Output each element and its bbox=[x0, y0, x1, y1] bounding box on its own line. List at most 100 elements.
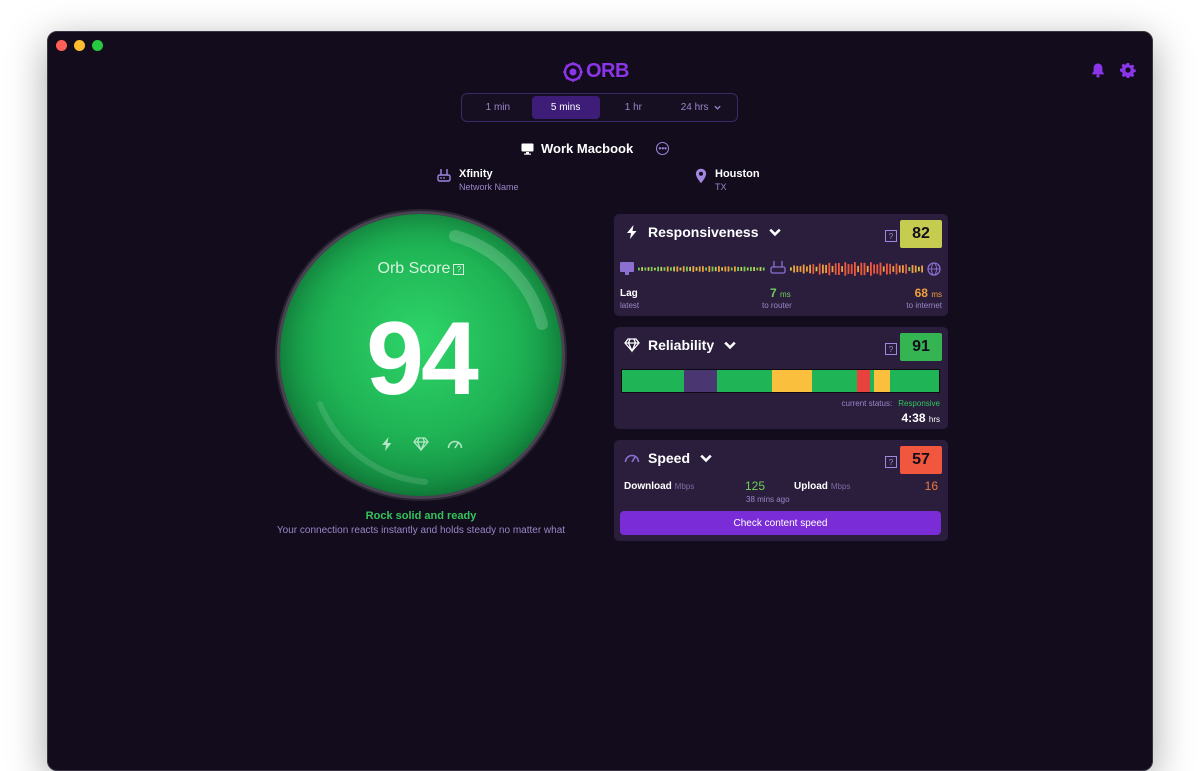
latency-sample bbox=[708, 266, 711, 272]
reliability-header[interactable]: Reliability bbox=[624, 337, 738, 353]
internet-lag-unit: ms bbox=[931, 290, 942, 299]
reliability-segment bbox=[857, 370, 871, 392]
lightning-icon bbox=[382, 437, 392, 451]
reliability-segment bbox=[716, 370, 773, 392]
latency-sample bbox=[673, 266, 675, 272]
latency-sample bbox=[682, 266, 685, 272]
latency-sample bbox=[737, 266, 739, 272]
latency-sample bbox=[857, 265, 859, 273]
latency-sample bbox=[854, 262, 856, 276]
reliability-segment bbox=[772, 370, 812, 392]
reliability-status-label: current status: bbox=[841, 399, 893, 408]
latency-sample bbox=[686, 266, 688, 272]
reliability-status: current status: Responsive bbox=[842, 399, 941, 408]
latency-sample bbox=[702, 266, 704, 272]
latency-sample bbox=[838, 262, 840, 276]
latency-sample bbox=[799, 266, 802, 272]
gear-icon[interactable] bbox=[1120, 62, 1136, 78]
zoom-window-button[interactable] bbox=[92, 40, 103, 51]
latency-sample bbox=[724, 266, 727, 272]
status-title: Rock solid and ready bbox=[365, 510, 477, 522]
latency-sample bbox=[802, 264, 805, 274]
location-pin-icon bbox=[695, 168, 707, 184]
reliability-segment bbox=[811, 370, 858, 392]
network-name: Xfinity bbox=[459, 168, 493, 180]
latency-sample bbox=[698, 266, 701, 272]
latency-sample bbox=[860, 262, 863, 276]
reliability-uptime-unit: hrs bbox=[928, 415, 940, 424]
latency-sample bbox=[730, 267, 733, 271]
latency-sample bbox=[718, 266, 720, 272]
window-controls bbox=[56, 40, 103, 51]
responsiveness-score-badge: 82 bbox=[900, 220, 942, 248]
range-1-min[interactable]: 1 min bbox=[464, 96, 532, 119]
latency-sample bbox=[666, 266, 669, 272]
monitor-icon bbox=[620, 262, 634, 272]
upload-label: Upload bbox=[794, 481, 828, 492]
latency-sample bbox=[873, 264, 875, 274]
speedometer-icon bbox=[447, 440, 463, 449]
reliability-score-badge: 91 bbox=[900, 333, 942, 361]
reliability-help-button[interactable]: ? bbox=[885, 343, 897, 355]
latency-sample bbox=[759, 267, 762, 271]
download-label: Download bbox=[624, 481, 672, 492]
chevron-down-icon bbox=[724, 341, 736, 350]
latency-sample bbox=[850, 264, 853, 274]
time-range-selector: 1 min 5 mins 1 hr 24 hrs bbox=[461, 93, 738, 122]
lag-label: Lag bbox=[620, 288, 638, 299]
latency-sample bbox=[762, 267, 765, 271]
close-window-button[interactable] bbox=[56, 40, 67, 51]
minimize-window-button[interactable] bbox=[74, 40, 85, 51]
reliability-uptime: 4:38 hrs bbox=[902, 411, 941, 425]
latency-sample bbox=[847, 264, 850, 274]
latency-sample bbox=[746, 267, 749, 271]
network-info: Xfinity Network Name bbox=[437, 168, 519, 192]
device-selector[interactable]: Work Macbook ••• bbox=[521, 141, 670, 156]
reliability-card: Reliability ? 91 current status: Responsi… bbox=[614, 327, 948, 429]
latency-sample bbox=[815, 266, 818, 272]
latency-sample bbox=[679, 267, 682, 271]
router-lag-number: 7 bbox=[770, 286, 777, 300]
latency-sample bbox=[657, 266, 659, 272]
monitor-stand bbox=[625, 272, 629, 275]
check-content-speed-button[interactable]: Check content speed bbox=[620, 511, 941, 535]
range-24-hrs[interactable]: 24 hrs bbox=[667, 96, 735, 119]
latency-sample bbox=[825, 264, 827, 274]
app-window: ORB 1 min 5 mins 1 hr 24 hrs Work Macboo… bbox=[47, 31, 1153, 771]
speed-card: Speed ? 57 Download Mbps 125 Upload Mbps 1… bbox=[614, 440, 948, 541]
responsiveness-card: Responsiveness ? 82 Lag latest 7 ms to r… bbox=[614, 214, 948, 316]
speed-header[interactable]: Speed bbox=[624, 450, 714, 466]
router-icon bbox=[437, 169, 451, 182]
responsiveness-title: Responsiveness bbox=[648, 224, 759, 240]
reliability-segment bbox=[889, 370, 939, 392]
reliability-status-value: Responsive bbox=[898, 399, 940, 408]
latency-sample bbox=[793, 265, 795, 273]
speed-updated-time: 38 mins ago bbox=[746, 495, 790, 504]
reliability-segment bbox=[684, 370, 717, 392]
location-state: TX bbox=[715, 182, 727, 192]
latency-sample bbox=[876, 264, 879, 274]
orb-score-label-row: Orb Score? bbox=[280, 260, 562, 278]
latency-sample bbox=[822, 264, 824, 274]
orb-score-value: 94 bbox=[366, 301, 479, 417]
more-options-icon[interactable]: ••• bbox=[656, 142, 670, 155]
router-lag-sub: to router bbox=[762, 301, 792, 310]
orb-metric-icons bbox=[280, 436, 562, 452]
orb-score-gauge: Orb Score? 94 bbox=[280, 214, 562, 496]
latency-sample bbox=[654, 267, 656, 271]
speed-help-button[interactable]: ? bbox=[885, 456, 897, 468]
latency-sample bbox=[660, 266, 663, 272]
upload-label-group: Upload Mbps bbox=[794, 481, 850, 492]
range-1-hr[interactable]: 1 hr bbox=[600, 96, 668, 119]
responsiveness-header[interactable]: Responsiveness bbox=[624, 224, 783, 240]
network-name-caption: Network Name bbox=[459, 182, 519, 192]
latency-sample bbox=[790, 267, 792, 271]
latency-sample bbox=[641, 267, 643, 271]
range-5-mins[interactable]: 5 mins bbox=[531, 96, 600, 119]
chevron-down-icon bbox=[768, 228, 781, 237]
header-actions bbox=[1090, 62, 1136, 78]
orb-score-help-button[interactable]: ? bbox=[453, 264, 465, 275]
reliability-timeline bbox=[621, 369, 940, 393]
responsiveness-help-button[interactable]: ? bbox=[885, 230, 897, 242]
bell-icon[interactable] bbox=[1090, 62, 1106, 78]
